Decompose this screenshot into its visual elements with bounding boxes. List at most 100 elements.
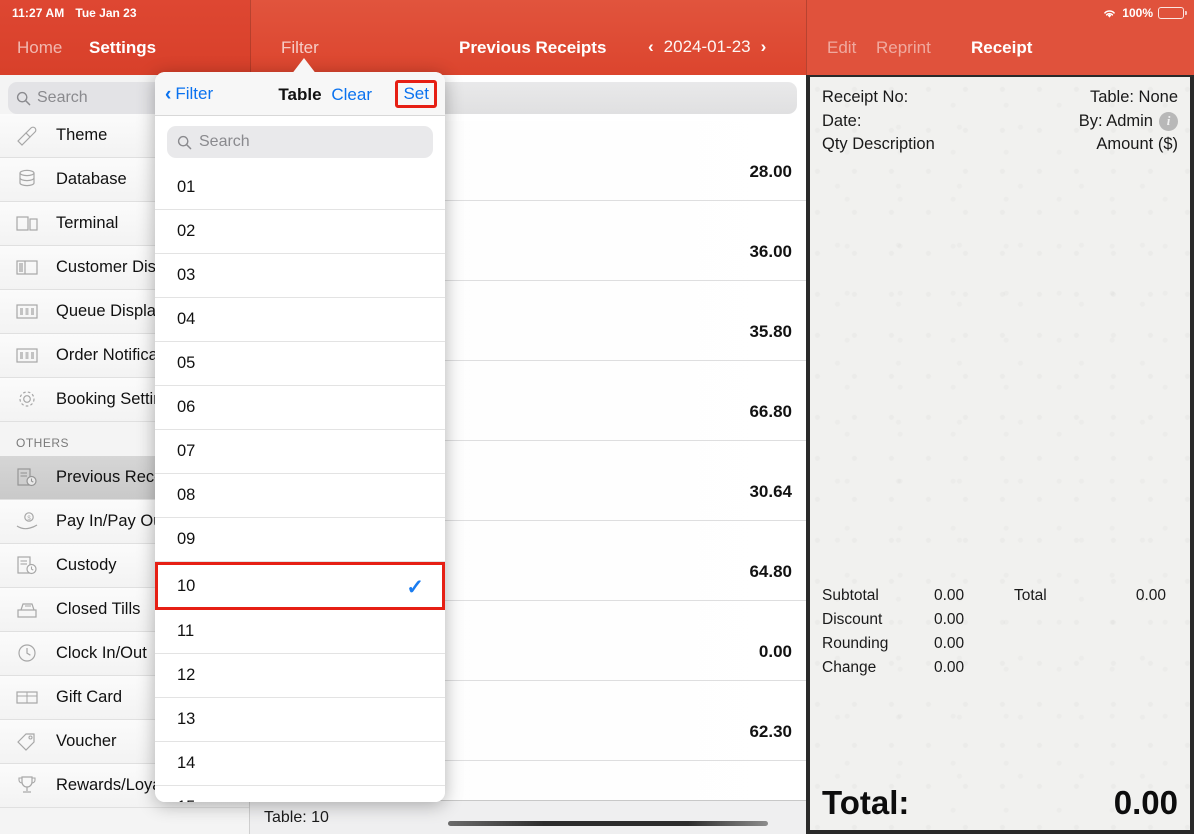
reprint-button[interactable]: Reprint [876,38,931,58]
receipt-amount: 62.30 [749,722,792,741]
table-option-15[interactable]: 15 [155,786,445,802]
table-option-label: 07 [177,442,196,460]
queue-display-icon [14,300,42,324]
table-option-label: 03 [177,266,196,284]
table-option-label: 05 [177,354,196,372]
receipt-preview-panel: Receipt No: Table: None Date: By: Admin … [806,75,1194,834]
table-option-08[interactable]: 08 [155,474,445,518]
table-option-07[interactable]: 07 [155,430,445,474]
table-option-label: 02 [177,222,196,240]
table-option-label: 08 [177,486,196,504]
receipt-amount: 0.00 [758,642,792,661]
sidebar-item-label: Custody [56,556,117,574]
receipt-by-group: By: Admin i [1079,109,1178,133]
list-bottom-bar: Table: 10 [250,800,806,834]
subtotal-value: 0.00 [934,587,965,604]
sidebar-item-label: Customer Disp [56,258,166,276]
sidebar-item-label: Voucher [56,732,117,750]
cash-hand-icon: $ [14,510,42,534]
sidebar-search-placeholder: Search [37,89,88,106]
table-option-11[interactable]: 11 [155,610,445,654]
qty-description-header: Qty Description [822,135,935,153]
table-option-06[interactable]: 06 [155,386,445,430]
change-value: 0.00 [934,659,965,676]
sidebar-item-label: Database [56,170,127,188]
total-right-label: Total [1014,587,1047,604]
table-options-list: 01 02 03 04 05 06 07 08 09 10 ✓ 11 12 13… [155,166,445,802]
receipt-tab-title: Receipt [971,38,1033,57]
sidebar-item-label: Closed Tills [56,600,141,618]
amount-header: Amount ($) [1096,135,1178,153]
status-time: 11:27 AM [12,6,65,20]
nav-row: Home Settings Filter Previous Receipts ‹… [0,26,1194,75]
current-date-label: 2024-01-23 [663,37,751,56]
total-right-value: 0.00 [1135,587,1166,604]
receipt-amount: 30.64 [749,482,792,501]
receipt-totals: Subtotal 0.00 Total 0.00 Discount 0.00 R… [810,584,1190,680]
receipt-paper: Receipt No: Table: None Date: By: Admin … [810,77,1190,830]
gift-card-icon [14,686,42,710]
search-icon [177,135,192,150]
grand-total-row: Total: 0.00 [810,784,1190,822]
app-root: 11:27 AM Tue Jan 23 100% Home Settings F… [0,0,1194,834]
receipt-no-label: Receipt No: [822,88,909,106]
table-option-05[interactable]: 05 [155,342,445,386]
terminal-icon [14,212,42,236]
totals-row-subtotal: Subtotal 0.00 Total 0.00 [822,584,1178,608]
trophy-icon [14,774,42,798]
table-option-02[interactable]: 02 [155,210,445,254]
receipt-amount: 66.80 [749,402,792,421]
popover-search-input[interactable]: Search [167,126,433,158]
table-option-09[interactable]: 09 [155,518,445,562]
popover-arrow [291,58,317,75]
table-option-10[interactable]: 10 ✓ [155,562,445,610]
prev-date-chevron-icon[interactable]: ‹ [648,37,654,57]
custody-icon [14,554,42,578]
table-option-01[interactable]: 01 [155,166,445,210]
nav-home-button[interactable]: Home [17,38,62,58]
table-option-label: 13 [177,710,196,728]
totals-row-rounding: Rounding 0.00 [822,632,1178,656]
battery-icon [1158,7,1187,19]
table-option-label: 04 [177,310,196,328]
change-label: Change [822,659,877,676]
clock-icon [14,642,42,666]
table-filter-popover: ‹ Filter Table Clear Set Search 01 02 03 [155,72,445,802]
nav-settings-title: Settings [89,38,157,57]
table-option-04[interactable]: 04 [155,298,445,342]
sidebar-item-label: Booking Settin [56,390,163,408]
totals-row-discount: Discount 0.00 [822,608,1178,632]
selected-table-label: Table: 10 [264,808,329,826]
table-option-label: 06 [177,398,196,416]
table-option-13[interactable]: 13 [155,698,445,742]
table-option-label: 01 [177,178,196,196]
edit-button[interactable]: Edit [827,38,856,58]
popover-search-placeholder: Search [199,133,250,150]
sidebar-item-label: Previous Recei [56,468,167,486]
clear-button[interactable]: Clear [331,85,372,105]
receipt-table-value: Table: None [1089,88,1178,106]
table-option-12[interactable]: 12 [155,654,445,698]
sidebar-item-label: Theme [56,126,108,144]
info-icon[interactable]: i [1159,111,1178,131]
horizontal-scrollbar[interactable] [448,821,768,826]
table-option-label: 09 [177,530,196,548]
table-option-14[interactable]: 14 [155,742,445,786]
grand-total-label: Total: [822,784,910,821]
filter-button[interactable]: Filter [281,38,319,58]
sidebar-item-label: Gift Card [56,688,123,706]
popover-header: ‹ Filter Table Clear Set [155,72,445,116]
register-icon [14,598,42,622]
table-option-label: 10 [177,576,196,595]
database-icon [14,168,42,192]
checkmark-icon: ✓ [406,576,424,599]
receipt-clock-icon [14,466,42,490]
set-button[interactable]: Set [403,84,429,103]
gear-icon [14,388,42,412]
table-option-03[interactable]: 03 [155,254,445,298]
brush-icon [14,124,42,148]
sidebar-item-label: Order Notificat [56,346,163,364]
table-option-label: 11 [177,622,195,640]
next-date-chevron-icon[interactable]: › [761,37,767,57]
receipt-amount: 64.80 [749,562,792,581]
